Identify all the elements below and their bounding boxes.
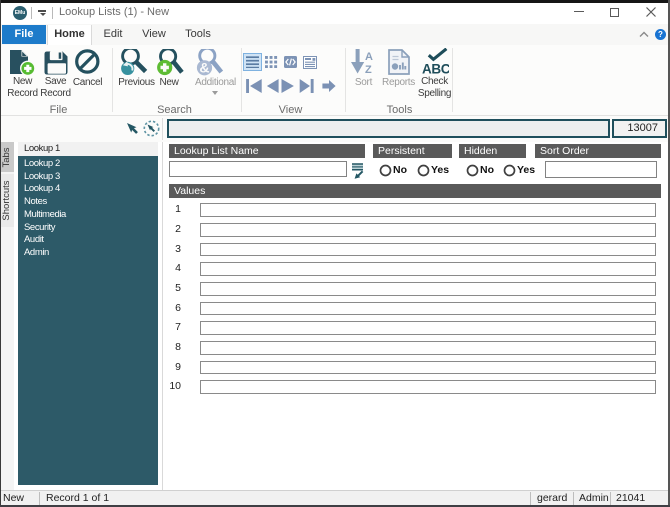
svg-text:&: & xyxy=(199,60,209,76)
svg-text:Z: Z xyxy=(365,64,372,75)
svg-text:A: A xyxy=(365,51,373,63)
svg-text:ABC: ABC xyxy=(422,62,449,77)
